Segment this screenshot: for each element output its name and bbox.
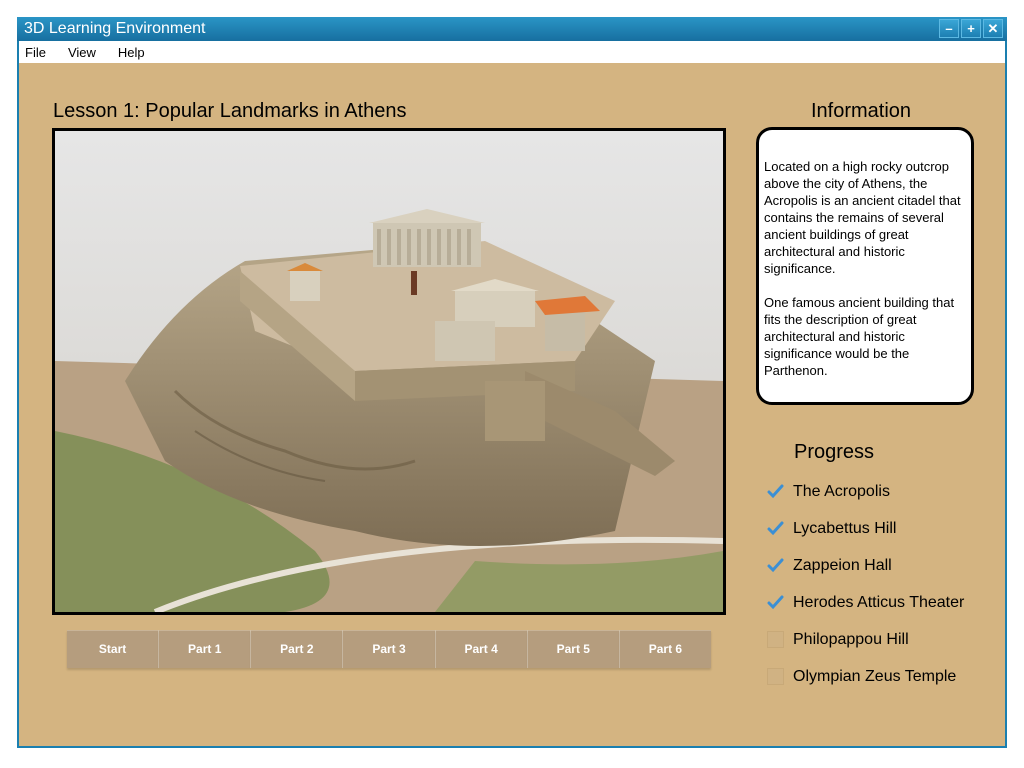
acropolis-scene [55,131,723,612]
information-heading: Information [811,100,912,122]
progress-item-acropolis[interactable]: The Acropolis [767,473,964,510]
menu-view[interactable]: View [68,45,96,60]
menu-help[interactable]: Help [118,45,145,60]
checkmark-icon [767,558,784,573]
part-1-button[interactable]: Part 1 [159,630,252,668]
checkmark-icon [767,595,784,610]
progress-item-herodes-atticus[interactable]: Herodes Atticus Theater [767,584,964,621]
progress-item-zappeion[interactable]: Zappeion Hall [767,547,964,584]
maximize-button[interactable]: + [961,19,981,38]
information-panel: Located on a high rocky outcrop above th… [756,127,974,405]
progress-label: Zappeion Hall [793,556,892,574]
minimize-button[interactable]: – [939,19,959,38]
scene-viewport[interactable] [52,128,726,615]
app-window: 3D Learning Environment – + ✕ File View … [17,17,1007,748]
menu-file[interactable]: File [25,45,46,60]
progress-item-philopappou[interactable]: Philopappou Hill [767,621,964,658]
unchecked-box-icon [767,631,784,648]
progress-label: Olympian Zeus Temple [793,667,957,685]
title-bar[interactable]: 3D Learning Environment – + ✕ [17,17,1007,41]
lesson-title: Lesson 1: Popular Landmarks in Athens [53,100,407,122]
progress-label: Philopappou Hill [793,630,909,648]
unchecked-box-icon [767,668,784,685]
checkmark-icon [767,484,784,499]
progress-label: Herodes Atticus Theater [793,593,965,611]
progress-label: The Acropolis [793,482,890,500]
start-button[interactable]: Start [67,630,160,668]
lesson-part-nav: Start Part 1 Part 2 Part 3 Part 4 Part 5… [67,630,711,668]
part-4-button[interactable]: Part 4 [435,630,528,668]
part-3-button[interactable]: Part 3 [343,630,436,668]
menu-bar: File View Help [19,41,1005,63]
progress-list: The Acropolis Lycabettus Hill Zappeion H… [767,473,964,695]
info-paragraph-1: Located on a high rocky outcrop above th… [764,159,961,276]
part-2-button[interactable]: Part 2 [251,630,344,668]
window-controls: – + ✕ [939,19,1003,38]
close-button[interactable]: ✕ [983,19,1003,38]
progress-label: Lycabettus Hill [793,519,897,537]
info-paragraph-2: One famous ancient building that fits th… [764,295,955,378]
progress-item-olympian-zeus[interactable]: Olympian Zeus Temple [767,658,964,695]
progress-item-lycabettus[interactable]: Lycabettus Hill [767,510,964,547]
window-title: 3D Learning Environment [24,20,206,37]
part-5-button[interactable]: Part 5 [527,630,620,668]
part-6-button[interactable]: Part 6 [619,630,711,668]
checkmark-icon [767,521,784,536]
main-content: Lesson 1: Popular Landmarks in Athens St… [19,63,1005,746]
progress-heading: Progress [794,441,875,463]
